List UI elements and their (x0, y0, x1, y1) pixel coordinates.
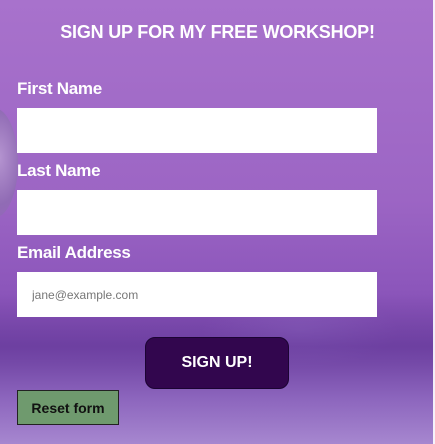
sign-up-button[interactable]: SIGN UP! (145, 337, 289, 389)
last-name-input[interactable] (17, 190, 377, 235)
reset-form-button[interactable]: Reset form (17, 390, 119, 425)
signup-form-panel: SIGN UP FOR MY FREE WORKSHOP! First Name… (0, 0, 435, 444)
first-name-label: First Name (17, 79, 102, 98)
last-name-label: Last Name (17, 161, 101, 180)
email-input[interactable] (17, 272, 377, 317)
form-title: SIGN UP FOR MY FREE WORKSHOP! (60, 22, 375, 42)
background-blur-shape (0, 108, 18, 218)
first-name-input[interactable] (17, 108, 377, 153)
email-label: Email Address (17, 243, 131, 262)
